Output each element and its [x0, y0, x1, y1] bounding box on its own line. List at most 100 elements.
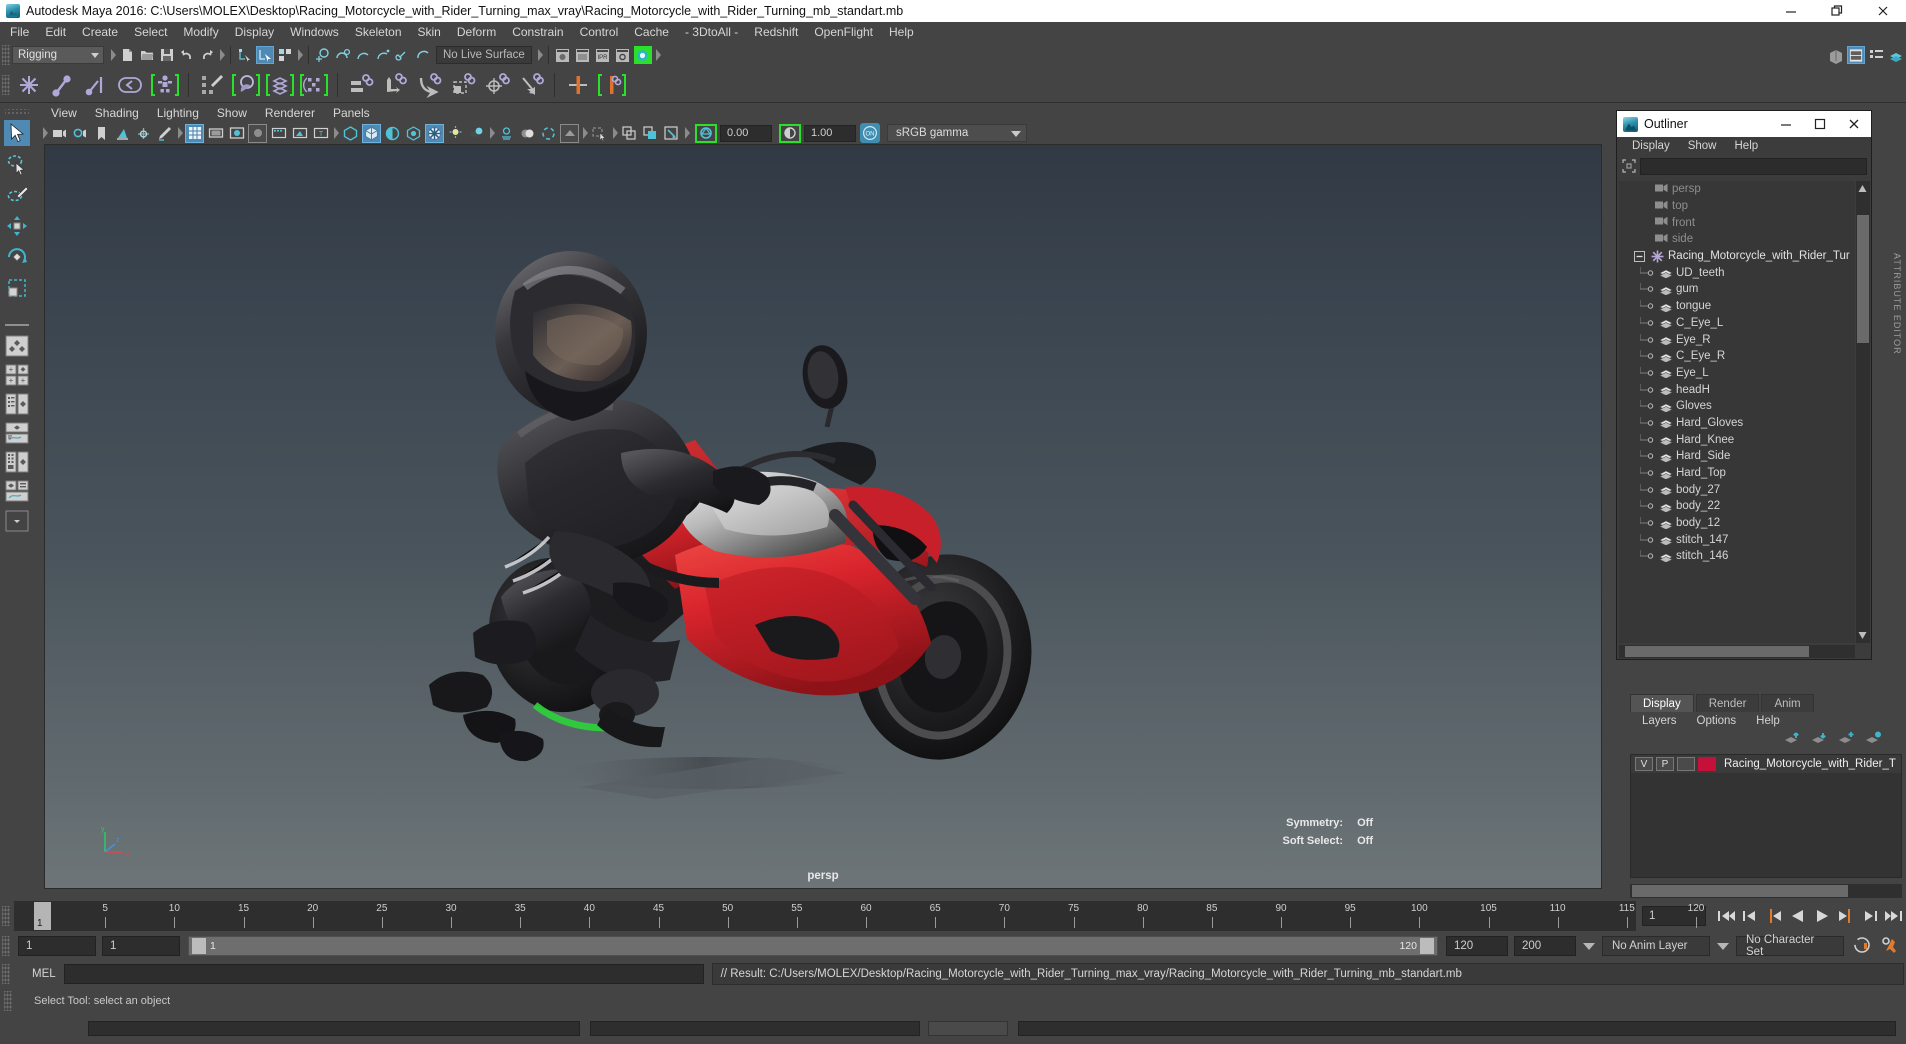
bottom-button-1[interactable]: [928, 1021, 1008, 1036]
lasso-tool-button[interactable]: [4, 151, 30, 177]
shadows-icon[interactable]: [446, 124, 465, 143]
toolbox-grip[interactable]: [5, 109, 29, 116]
menu-cache[interactable]: Cache: [626, 22, 677, 42]
move-tool-button[interactable]: [4, 213, 30, 239]
exposure-value-field[interactable]: 0.00: [720, 124, 772, 142]
viewport-toolbar-arrow-3[interactable]: [331, 124, 340, 142]
toggle-modeling-toolkit-button[interactable]: [1827, 46, 1845, 64]
outliner-item-root[interactable]: Racing_Motorcycle_with_Rider_Tur: [1619, 248, 1855, 265]
gate-mask-icon[interactable]: [248, 123, 267, 143]
menu-create[interactable]: Create: [74, 22, 126, 42]
outliner-minimize-button[interactable]: [1769, 111, 1803, 137]
pole-vector-constraint-icon[interactable]: [516, 70, 546, 100]
save-scene-button[interactable]: [158, 46, 176, 64]
image-plane-icon[interactable]: [113, 124, 132, 143]
grid-toggle-icon[interactable]: [185, 123, 204, 143]
toggle-attribute-editor-button[interactable]: [1847, 46, 1865, 64]
viewport-menu-renderer[interactable]: Renderer: [256, 105, 324, 121]
step-forward-key-button[interactable]: [1834, 905, 1858, 927]
shelf-grip[interactable]: [2, 74, 10, 95]
outliner-item-child[interactable]: C_Eye_R: [1619, 348, 1855, 365]
outliner-item-child[interactable]: body_22: [1619, 498, 1855, 515]
layout-persp-graph-button[interactable]: [3, 421, 31, 445]
minimize-button[interactable]: [1768, 0, 1814, 22]
smooth-shading-icon[interactable]: [362, 123, 381, 143]
help-line-grip[interactable]: [4, 991, 12, 1011]
menu-skeleton[interactable]: Skeleton: [347, 22, 410, 42]
create-empty-layer-icon[interactable]: [1838, 731, 1855, 749]
restore-button[interactable]: [1814, 0, 1860, 22]
bottom-field-3[interactable]: [1018, 1021, 1896, 1036]
insert-joint-icon[interactable]: [116, 70, 146, 100]
playback-end-field[interactable]: 200: [1514, 936, 1576, 956]
scrollbar-thumb[interactable]: [1857, 215, 1869, 343]
layer-playback-toggle[interactable]: P: [1656, 757, 1674, 771]
outliner-item-child[interactable]: Eye_R: [1619, 331, 1855, 348]
aim-constraint-icon[interactable]: [482, 70, 512, 100]
grease-pencil-icon[interactable]: [155, 124, 174, 143]
playback-start-field[interactable]: 1: [102, 936, 180, 956]
exposure-gate-icon[interactable]: [695, 123, 717, 143]
menu-edit[interactable]: Edit: [37, 22, 74, 42]
xray-mode-icon[interactable]: [620, 124, 639, 143]
rotate-tool-button[interactable]: [4, 244, 30, 270]
outliner-horizontal-scrollbar[interactable]: [1619, 645, 1855, 658]
step-forward-frame-button[interactable]: [1858, 905, 1882, 927]
create-ik-handle-icon[interactable]: [48, 70, 78, 100]
outliner-title-bar[interactable]: Outliner: [1617, 111, 1871, 137]
text-display-icon[interactable]: T: [311, 124, 330, 143]
bottom-field-2[interactable]: [590, 1021, 920, 1036]
go-to-end-button[interactable]: [1882, 905, 1906, 927]
outliner-item-child[interactable]: UD_teeth: [1619, 264, 1855, 281]
outliner-item-child[interactable]: Eye_L: [1619, 365, 1855, 382]
layout-single-button[interactable]: [3, 334, 31, 358]
move-layer-down-icon[interactable]: [1811, 731, 1828, 749]
layer-row[interactable]: V P Racing_Motorcycle_with_Rider_T: [1631, 755, 1901, 773]
create-joint-icon[interactable]: [14, 70, 44, 100]
shaded-wireframe-icon[interactable]: [383, 124, 402, 143]
depth-of-field-icon[interactable]: [518, 124, 537, 143]
expand-collapse-toggle[interactable]: [1634, 250, 1645, 262]
step-back-frame-button[interactable]: [1738, 905, 1762, 927]
viewport-toolbar-arrow-4[interactable]: [487, 124, 496, 142]
command-language-label[interactable]: MEL: [32, 968, 56, 980]
outliner-menu-help[interactable]: Help: [1726, 140, 1768, 152]
anti-alias-icon[interactable]: [539, 124, 558, 143]
snap-to-point-button[interactable]: [354, 46, 372, 64]
paint-skin-weights-icon[interactable]: [197, 70, 227, 100]
outliner-item-child[interactable]: Hard_Knee: [1619, 431, 1855, 448]
wireframe-shading-icon[interactable]: [341, 124, 360, 143]
scroll-up-icon[interactable]: [1857, 183, 1868, 194]
range-start-handle[interactable]: [192, 938, 206, 954]
outliner-item-child[interactable]: Hard_Gloves: [1619, 415, 1855, 432]
status-line-grip[interactable]: [2, 45, 10, 65]
bookmark-icon[interactable]: [92, 124, 111, 143]
scrollbar-thumb[interactable]: [1625, 646, 1809, 657]
lattice-deformer-icon[interactable]: [299, 70, 329, 100]
parent-constraint-icon[interactable]: [346, 70, 376, 100]
outliner-item-persp[interactable]: persp: [1619, 181, 1855, 198]
gamma-value-field[interactable]: 1.00: [804, 124, 856, 142]
new-scene-button[interactable]: [118, 46, 136, 64]
menu-redshift[interactable]: Redshift: [746, 22, 806, 42]
outliner-item-child[interactable]: Hard_Top: [1619, 465, 1855, 482]
undo-button[interactable]: [178, 46, 196, 64]
viewport-toolbar-arrow-7[interactable]: [682, 124, 691, 142]
outliner-item-front[interactable]: front: [1619, 214, 1855, 231]
menu-openflight[interactable]: OpenFlight: [806, 22, 881, 42]
scrollbar-thumb[interactable]: [1632, 885, 1848, 897]
mirror-joint-icon[interactable]: [563, 70, 593, 100]
menu-skin[interactable]: Skin: [410, 22, 449, 42]
paint-select-tool-button[interactable]: [4, 182, 30, 208]
ambient-occlusion-icon[interactable]: [467, 124, 486, 143]
render-settings-button[interactable]: [614, 46, 632, 64]
menu-help[interactable]: Help: [881, 22, 922, 42]
layout-four-view-button[interactable]: + + +: [3, 363, 31, 387]
film-gate-display-icon[interactable]: [269, 124, 288, 143]
screen-space-ao-icon[interactable]: [560, 123, 579, 143]
outliner-item-child[interactable]: body_27: [1619, 481, 1855, 498]
smooth-bind-icon[interactable]: [231, 70, 261, 100]
command-line-grip[interactable]: [2, 964, 10, 984]
layout-hypershade-persp-button[interactable]: [3, 450, 31, 474]
motion-blur-icon[interactable]: [497, 124, 516, 143]
